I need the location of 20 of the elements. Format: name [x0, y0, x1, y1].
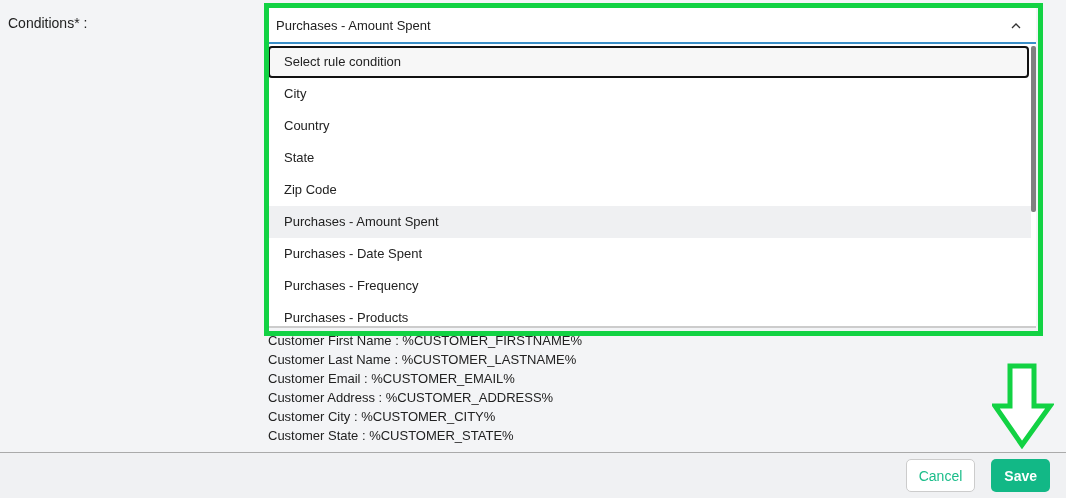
- variable-line: Customer State : %CUSTOMER_STATE%: [268, 427, 515, 445]
- dropdown-option[interactable]: State: [268, 142, 1031, 174]
- dropdown-option[interactable]: Purchases - Amount Spent: [268, 206, 1031, 238]
- variable-line: Customer First Name : %CUSTOMER_FIRSTNAME%: [268, 332, 583, 350]
- dropdown-option[interactable]: Purchases - Frequency: [268, 270, 1031, 302]
- down-arrow-icon: [992, 363, 1054, 449]
- variable-line: Customer Email : %CUSTOMER_EMAIL%: [268, 370, 516, 388]
- dropdown-option[interactable]: Zip Code: [268, 174, 1031, 206]
- variable-line: Customer City : %CUSTOMER_CITY%: [268, 408, 497, 426]
- scrollbar[interactable]: [1031, 46, 1036, 212]
- chevron-icon: [1011, 21, 1021, 29]
- condition-select[interactable]: Purchases - Amount Spent: [268, 8, 1036, 44]
- dropdown-option[interactable]: Purchases - Products: [268, 302, 1031, 334]
- dropdown-option[interactable]: Purchases - Date Spent: [268, 238, 1031, 270]
- dropdown-option[interactable]: Select rule condition: [268, 46, 1029, 78]
- variable-line: Customer Last Name : %CUSTOMER_LASTNAME%: [268, 351, 578, 369]
- dropdown-option[interactable]: City: [268, 78, 1031, 110]
- variable-line: Customer Address : %CUSTOMER_ADDRESS%: [268, 389, 555, 407]
- dropdown-option[interactable]: Country: [268, 110, 1031, 142]
- field-label: Conditions* :: [8, 14, 89, 31]
